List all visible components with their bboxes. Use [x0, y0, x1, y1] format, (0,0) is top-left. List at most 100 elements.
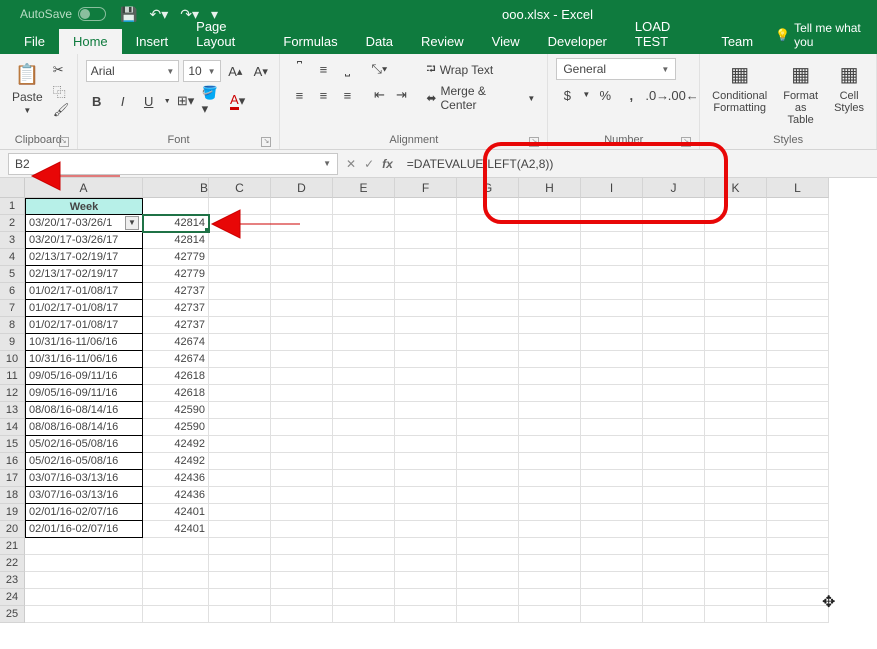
- cell-A15[interactable]: 05/02/16-05/08/16: [25, 436, 143, 453]
- cell-B25[interactable]: [143, 606, 209, 623]
- cell-styles-button[interactable]: ▦Cell Styles: [830, 58, 868, 116]
- cell-F13[interactable]: [395, 402, 457, 419]
- cell-K22[interactable]: [705, 555, 767, 572]
- cell-A19[interactable]: 02/01/16-02/07/16: [25, 504, 143, 521]
- cell-E14[interactable]: [333, 419, 395, 436]
- cell-A13[interactable]: 08/08/16-08/14/16: [25, 402, 143, 419]
- tab-home[interactable]: Home: [59, 29, 122, 54]
- cell-H17[interactable]: [519, 470, 581, 487]
- cell-C7[interactable]: [209, 300, 271, 317]
- cell-E1[interactable]: [333, 198, 395, 215]
- cell-E25[interactable]: [333, 606, 395, 623]
- cell-C5[interactable]: [209, 266, 271, 283]
- cell-F18[interactable]: [395, 487, 457, 504]
- cell-K12[interactable]: [705, 385, 767, 402]
- fill-color-icon[interactable]: 🪣▾: [201, 90, 223, 112]
- cell-C16[interactable]: [209, 453, 271, 470]
- cell-E20[interactable]: [333, 521, 395, 538]
- cell-F8[interactable]: [395, 317, 457, 334]
- cell-H16[interactable]: [519, 453, 581, 470]
- font-name-combo[interactable]: Arial▼: [86, 60, 180, 82]
- cell-B19[interactable]: 42401: [143, 504, 209, 521]
- row-header[interactable]: 1: [0, 198, 25, 215]
- cell-B8[interactable]: 42737: [143, 317, 209, 334]
- row-header[interactable]: 24: [0, 589, 25, 606]
- cell-H3[interactable]: [519, 232, 581, 249]
- cell-F16[interactable]: [395, 453, 457, 470]
- fx-icon[interactable]: fx: [382, 157, 393, 171]
- cell-I16[interactable]: [581, 453, 643, 470]
- cell-L20[interactable]: [767, 521, 829, 538]
- cell-E6[interactable]: [333, 283, 395, 300]
- cell-G15[interactable]: [457, 436, 519, 453]
- cell-D17[interactable]: [271, 470, 333, 487]
- cell-H23[interactable]: [519, 572, 581, 589]
- cell-K19[interactable]: [705, 504, 767, 521]
- cell-A4[interactable]: 02/13/17-02/19/17: [25, 249, 143, 266]
- conditional-formatting-button[interactable]: ▦Conditional Formatting: [708, 58, 771, 116]
- cell-L15[interactable]: [767, 436, 829, 453]
- cell-G11[interactable]: [457, 368, 519, 385]
- cell-B14[interactable]: 42590: [143, 419, 209, 436]
- cell-C8[interactable]: [209, 317, 271, 334]
- cell-J15[interactable]: [643, 436, 705, 453]
- align-top-icon[interactable]: ⎴: [288, 58, 310, 80]
- cell-G16[interactable]: [457, 453, 519, 470]
- cell-I8[interactable]: [581, 317, 643, 334]
- cell-I17[interactable]: [581, 470, 643, 487]
- font-size-combo[interactable]: 10▼: [183, 60, 220, 82]
- row-header[interactable]: 5: [0, 266, 25, 283]
- cell-C14[interactable]: [209, 419, 271, 436]
- cell-B11[interactable]: 42618: [143, 368, 209, 385]
- cell-C2[interactable]: [209, 215, 271, 232]
- cell-J24[interactable]: [643, 589, 705, 606]
- cell-B22[interactable]: [143, 555, 209, 572]
- cell-I20[interactable]: [581, 521, 643, 538]
- row-header[interactable]: 21: [0, 538, 25, 555]
- cell-L2[interactable]: [767, 215, 829, 232]
- cell-K20[interactable]: [705, 521, 767, 538]
- cell-L14[interactable]: [767, 419, 829, 436]
- cell-F21[interactable]: [395, 538, 457, 555]
- col-header-L[interactable]: L: [767, 178, 829, 198]
- cell-B7[interactable]: 42737: [143, 300, 209, 317]
- cell-G8[interactable]: [457, 317, 519, 334]
- cell-J7[interactable]: [643, 300, 705, 317]
- decrease-indent-icon[interactable]: ⇤: [368, 84, 390, 106]
- cell-K24[interactable]: [705, 589, 767, 606]
- cell-C10[interactable]: [209, 351, 271, 368]
- cell-H11[interactable]: [519, 368, 581, 385]
- tab-data[interactable]: Data: [352, 29, 407, 54]
- cell-L23[interactable]: [767, 572, 829, 589]
- cell-H18[interactable]: [519, 487, 581, 504]
- col-header-A[interactable]: A: [25, 178, 143, 198]
- cell-I12[interactable]: [581, 385, 643, 402]
- row-header[interactable]: 23: [0, 572, 25, 589]
- cell-F3[interactable]: [395, 232, 457, 249]
- col-header-E[interactable]: E: [333, 178, 395, 198]
- toggle-off-icon[interactable]: [78, 7, 106, 21]
- cell-J12[interactable]: [643, 385, 705, 402]
- cell-K1[interactable]: [705, 198, 767, 215]
- cell-G4[interactable]: [457, 249, 519, 266]
- row-header[interactable]: 7: [0, 300, 25, 317]
- cell-H24[interactable]: [519, 589, 581, 606]
- cell-K4[interactable]: [705, 249, 767, 266]
- cell-I11[interactable]: [581, 368, 643, 385]
- row-header[interactable]: 17: [0, 470, 25, 487]
- cell-C23[interactable]: [209, 572, 271, 589]
- cell-B17[interactable]: 42436: [143, 470, 209, 487]
- cut-icon[interactable]: ✂: [53, 62, 69, 78]
- cell-H25[interactable]: [519, 606, 581, 623]
- select-all-corner[interactable]: [0, 178, 25, 198]
- qat-more-icon[interactable]: ▾: [211, 6, 218, 23]
- cell-J4[interactable]: [643, 249, 705, 266]
- cell-F10[interactable]: [395, 351, 457, 368]
- cell-J16[interactable]: [643, 453, 705, 470]
- save-icon[interactable]: 💾: [120, 6, 137, 23]
- cell-C9[interactable]: [209, 334, 271, 351]
- cell-E3[interactable]: [333, 232, 395, 249]
- row-header[interactable]: 12: [0, 385, 25, 402]
- tab-insert[interactable]: Insert: [122, 29, 183, 54]
- cell-J3[interactable]: [643, 232, 705, 249]
